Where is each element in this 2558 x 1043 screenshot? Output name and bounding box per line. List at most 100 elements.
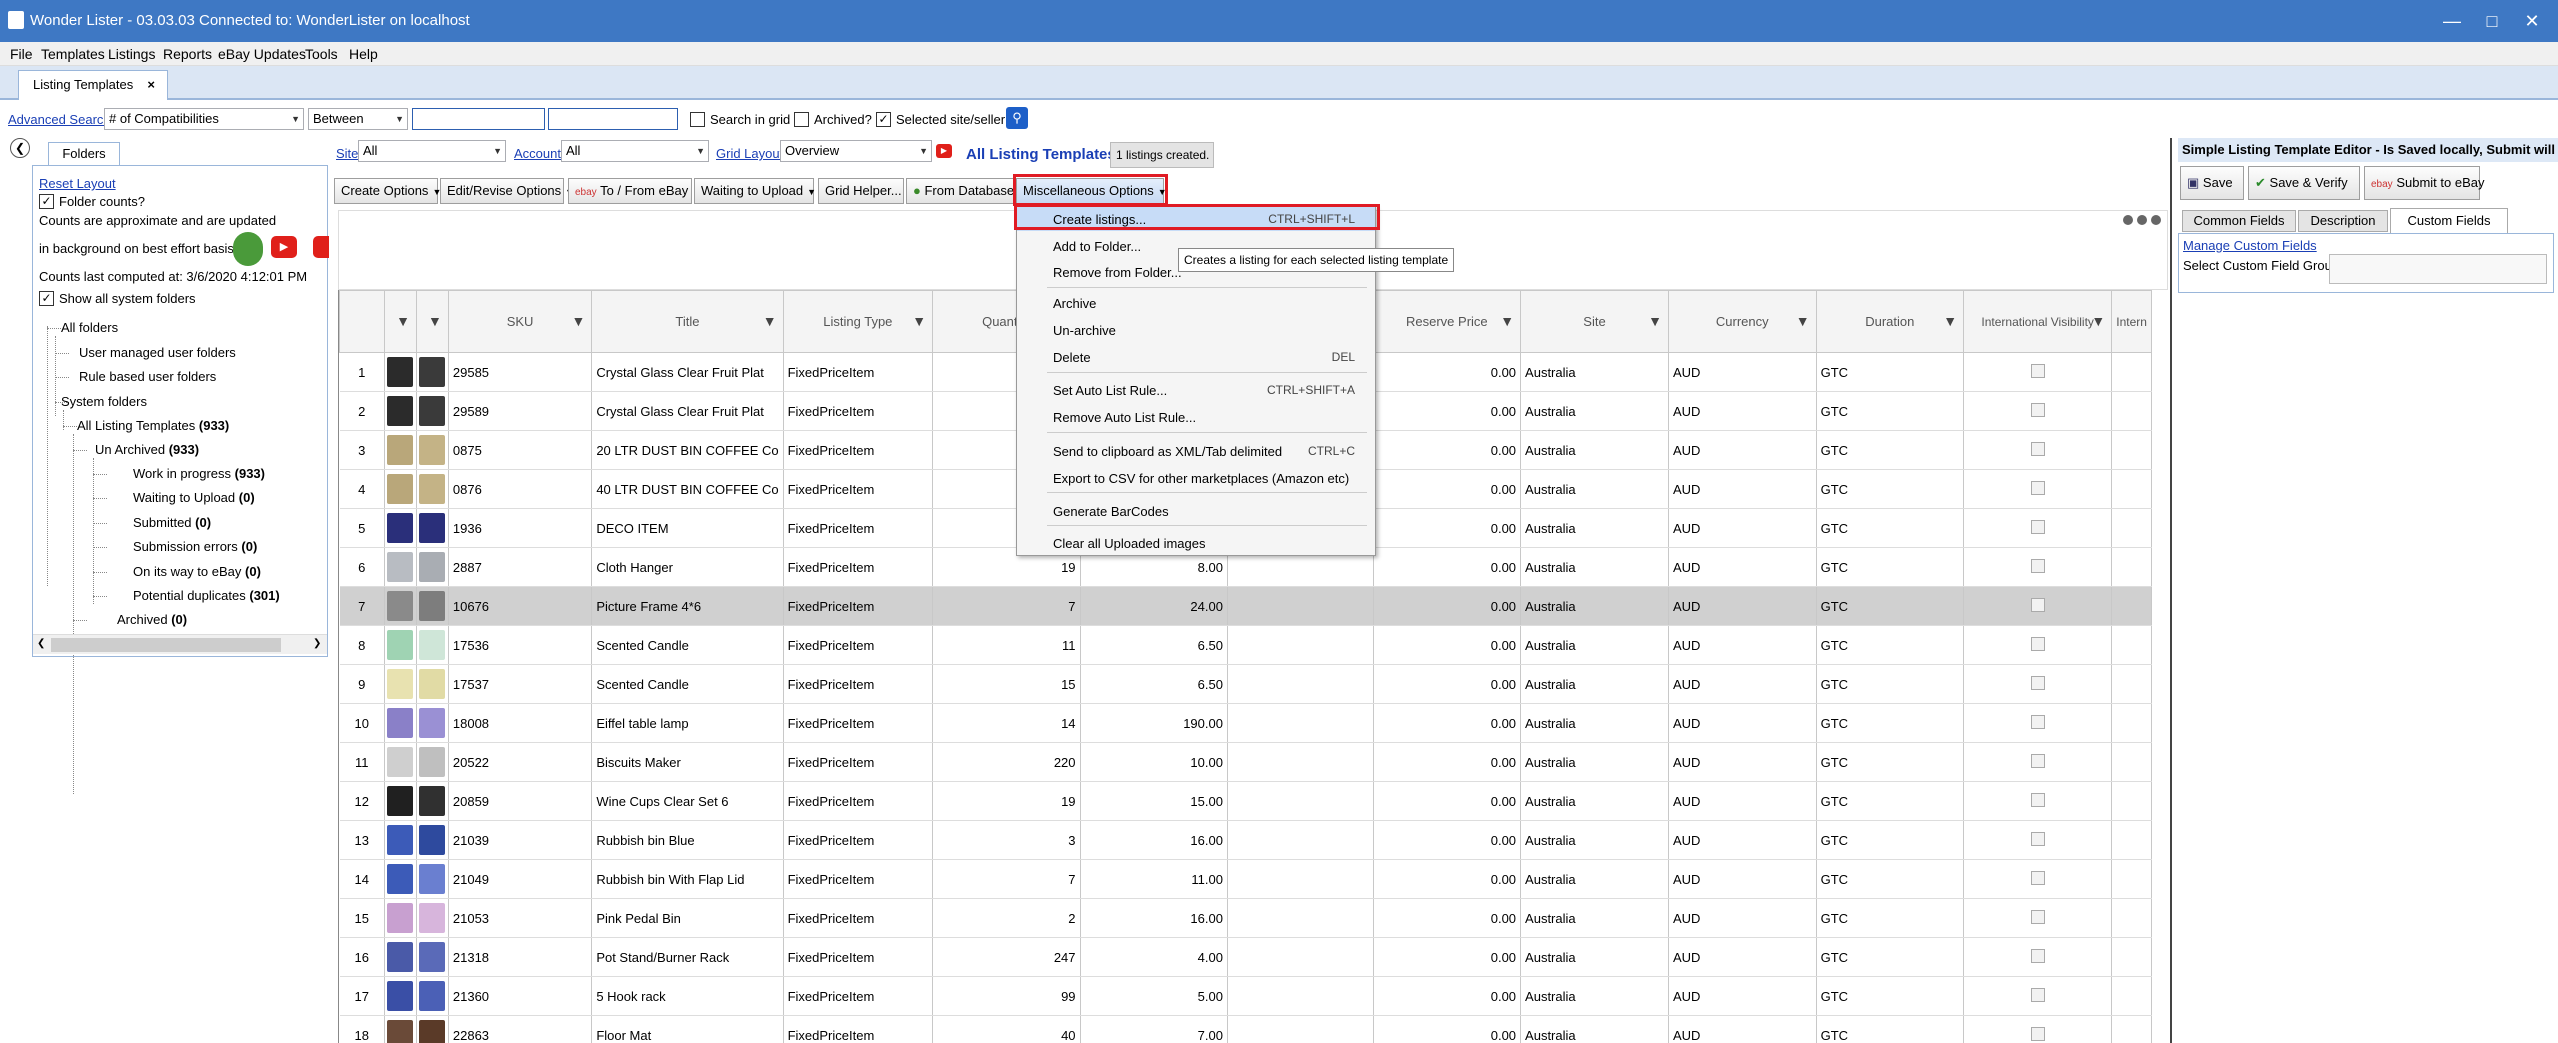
filter-icon[interactable]: ▼ [396, 313, 410, 329]
cell-intern[interactable] [2111, 976, 2152, 1016]
thumb-1[interactable] [384, 508, 417, 548]
intl-visibility-checkbox[interactable] [2030, 987, 2045, 1002]
intl-visibility-checkbox[interactable] [2030, 1026, 2045, 1041]
cell-currency[interactable]: AUD [1668, 508, 1817, 548]
waiting-to-upload-button[interactable]: Waiting to Upload ▼ [694, 178, 816, 204]
range-to-input[interactable] [548, 108, 678, 130]
cell-listing-type[interactable]: FixedPriceItem [783, 547, 934, 587]
cell-reserve-price[interactable]: 0.00 [1373, 742, 1522, 782]
tree-unarchived[interactable]: Un Archived (933) [95, 442, 199, 457]
cell-price[interactable]: 190.00 [1080, 703, 1228, 743]
menu-item-add-to-folder[interactable]: Add to Folder... [1053, 239, 1141, 254]
search-field-select[interactable]: # of Compatibilities ▼ [104, 108, 304, 130]
cell-site[interactable]: Australia [1520, 898, 1669, 938]
cell-listing-type[interactable]: FixedPriceItem [783, 664, 934, 704]
cell-listing-type[interactable]: FixedPriceItem [783, 742, 934, 782]
to-from-ebay-button[interactable]: ebay To / From eBay▼ [568, 178, 701, 204]
save-button[interactable]: ▣ Save [2180, 166, 2244, 200]
cell-blank[interactable] [1227, 625, 1374, 665]
row-number[interactable]: 4 [339, 469, 385, 509]
cell-intern[interactable] [2111, 664, 2152, 704]
intl-visibility-checkbox[interactable] [2030, 909, 2045, 924]
thumb-1[interactable] [384, 976, 417, 1016]
cell-price[interactable]: 16.00 [1080, 820, 1228, 860]
row-number[interactable]: 8 [339, 625, 385, 665]
site-select[interactable]: All ▼ [358, 140, 506, 162]
cell-title[interactable]: Crystal Glass Clear Fruit Plat [591, 352, 784, 392]
create-options-button[interactable]: Create Options ▼ [334, 178, 441, 204]
intl-visibility-checkbox[interactable] [2030, 675, 2045, 690]
cell-intern[interactable] [2111, 820, 2152, 860]
cell-reserve-price[interactable]: 0.00 [1373, 625, 1522, 665]
cell-currency[interactable]: AUD [1668, 469, 1817, 509]
cell-intern[interactable] [2111, 781, 2152, 821]
cell-title[interactable]: Biscuits Maker [591, 742, 784, 782]
operator-select[interactable]: Between ▼ [308, 108, 408, 130]
intl-visibility-checkbox[interactable] [2030, 948, 2045, 963]
cell-reserve-price[interactable]: 0.00 [1373, 859, 1522, 899]
cell-price[interactable]: 5.00 [1080, 976, 1228, 1016]
tab-close-icon[interactable]: × [147, 71, 155, 99]
cell-intl-visibility[interactable] [1963, 352, 2113, 392]
tree-rule-based[interactable]: Rule based user folders [79, 369, 216, 384]
thumb-1[interactable] [384, 703, 417, 743]
thumb-2[interactable] [416, 469, 449, 509]
table-row[interactable]: 14 21049 Rubbish bin With Flap Lid FixedPri… [339, 859, 2152, 899]
cell-price[interactable]: 15.00 [1080, 781, 1228, 821]
cell-site[interactable]: Australia [1520, 703, 1669, 743]
cell-duration[interactable]: GTC [1816, 898, 1965, 938]
cell-sku[interactable]: 22863 [448, 1015, 593, 1043]
filter-icon[interactable]: ▼ [428, 313, 442, 329]
cell-site[interactable]: Australia [1520, 586, 1669, 626]
horizontal-scrollbar[interactable]: ❮ ❯ [33, 634, 327, 654]
menu-item-send-to-clipboard[interactable]: Send to clipboard as XML/Tab delimited [1053, 444, 1282, 459]
thumb-2[interactable] [416, 352, 449, 392]
filter-icon[interactable]: ▼ [1943, 313, 1957, 329]
intl-visibility-checkbox[interactable] [2030, 636, 2045, 651]
cell-site[interactable]: Australia [1520, 352, 1669, 392]
tree-archived[interactable]: Archived (0) [117, 612, 187, 627]
cell-quantity[interactable]: 99 [932, 976, 1081, 1016]
intl-visibility-header[interactable]: International Visibility ▼ [1963, 290, 2113, 353]
cell-blank[interactable] [1227, 703, 1374, 743]
intl-visibility-checkbox[interactable] [2030, 402, 2045, 417]
thumb-1[interactable] [384, 469, 417, 509]
filter-icon[interactable]: ▼ [571, 313, 585, 329]
cell-quantity[interactable]: 7 [932, 859, 1081, 899]
thumb-2[interactable] [416, 859, 449, 899]
selected-site-checkbox[interactable]: ✓ [876, 112, 891, 127]
row-number[interactable]: 9 [339, 664, 385, 704]
menu-item-generate-barcodes[interactable]: Generate BarCodes [1053, 504, 1169, 519]
submit-to-ebay-button[interactable]: ebay Submit to eBay [2364, 166, 2484, 200]
filter-icon[interactable]: ▼ [763, 313, 777, 329]
menu-templates[interactable]: Templates [41, 46, 105, 62]
cell-sku[interactable]: 21318 [448, 937, 593, 977]
cell-duration[interactable]: GTC [1816, 859, 1965, 899]
cell-sku[interactable]: 17537 [448, 664, 593, 704]
cell-listing-type[interactable]: FixedPriceItem [783, 820, 934, 860]
cell-currency[interactable]: AUD [1668, 820, 1817, 860]
youtube-icon-2[interactable] [313, 236, 329, 258]
cell-price[interactable]: 16.00 [1080, 898, 1228, 938]
cell-listing-type[interactable]: FixedPriceItem [783, 352, 934, 392]
row-number[interactable]: 10 [339, 703, 385, 743]
cell-listing-type[interactable]: FixedPriceItem [783, 625, 934, 665]
table-row[interactable]: 11 20522 Biscuits Maker FixedPriceItem 220 10… [339, 742, 2152, 782]
cell-sku[interactable]: 17536 [448, 625, 593, 665]
custom-field-group-select[interactable] [2329, 254, 2547, 284]
thumb-1[interactable] [384, 820, 417, 860]
cell-duration[interactable]: GTC [1816, 547, 1965, 587]
cell-title[interactable]: Pot Stand/Burner Rack [591, 937, 784, 977]
cell-title[interactable]: Rubbish bin Blue [591, 820, 784, 860]
cell-intern[interactable] [2111, 625, 2152, 665]
table-row[interactable]: 15 21053 Pink Pedal Bin FixedPriceItem 2 16.0… [339, 898, 2152, 938]
row-number[interactable]: 16 [339, 937, 385, 977]
cell-currency[interactable]: AUD [1668, 742, 1817, 782]
filter-icon[interactable]: ▼ [1500, 313, 1514, 329]
cell-sku[interactable]: 21039 [448, 820, 593, 860]
cell-title[interactable]: 5 Hook rack [591, 976, 784, 1016]
image1-header[interactable]: ▼ [383, 290, 417, 353]
cell-duration[interactable]: GTC [1816, 625, 1965, 665]
advanced-search-link[interactable]: Advanced Search [8, 112, 111, 127]
cell-intl-visibility[interactable] [1963, 937, 2113, 977]
